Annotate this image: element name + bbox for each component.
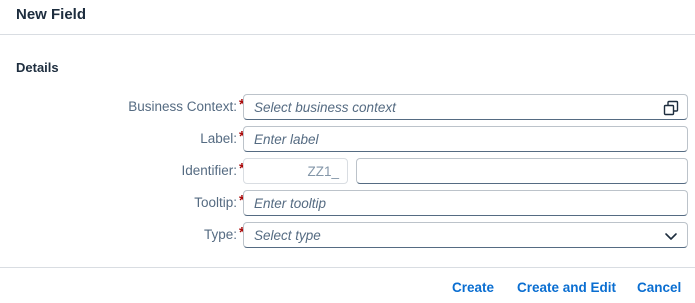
label-row: Label: * Enter label — [0, 126, 695, 152]
tooltip-input[interactable]: Enter tooltip — [243, 190, 688, 216]
identifier-row: Identifier: * ZZ1_ — [0, 158, 695, 184]
identifier-prefix: ZZ1_ — [307, 164, 339, 179]
label-input[interactable]: Enter label — [243, 126, 688, 152]
chevron-down-icon[interactable] — [663, 228, 679, 244]
type-row: Type: * Select type — [0, 222, 695, 248]
business-context-label: Business Context: — [128, 99, 237, 114]
create-button[interactable]: Create — [452, 280, 494, 295]
dialog-title: New Field — [16, 6, 87, 23]
create-and-edit-button[interactable]: Create and Edit — [517, 280, 616, 295]
tooltip-placeholder: Enter tooltip — [254, 196, 327, 211]
dialog-footer: Create Create and Edit Cancel — [0, 267, 695, 303]
type-placeholder: Select type — [254, 228, 321, 243]
type-label: Type: — [203, 227, 237, 242]
business-context-placeholder: Select business context — [254, 100, 396, 115]
identifier-prefix-field: ZZ1_ — [243, 158, 348, 184]
tooltip-label: Tooltip: — [194, 195, 237, 210]
cancel-button[interactable]: Cancel — [637, 280, 681, 295]
business-context-input[interactable]: Select business context — [243, 94, 688, 120]
new-field-dialog: New Field Details Business Context: * Se… — [0, 0, 695, 303]
tooltip-row: Tooltip: * Enter tooltip — [0, 190, 695, 216]
identifier-label: Identifier: — [181, 163, 237, 178]
value-help-icon[interactable] — [663, 100, 679, 116]
dialog-header: New Field — [0, 0, 695, 35]
section-title-details: Details — [16, 60, 59, 75]
business-context-row: Business Context: * Select business cont… — [0, 94, 695, 120]
label-placeholder: Enter label — [254, 132, 319, 147]
label-field-label: Label: — [200, 131, 237, 146]
identifier-input[interactable] — [356, 158, 688, 184]
type-select[interactable]: Select type — [243, 222, 688, 248]
